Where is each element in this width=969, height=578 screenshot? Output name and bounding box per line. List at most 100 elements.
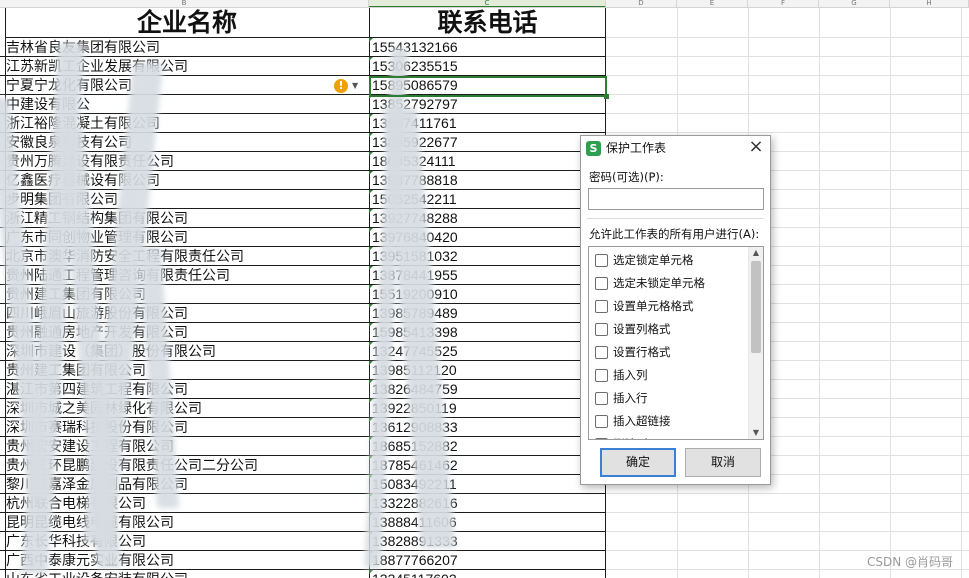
permission-checkbox[interactable] [595, 277, 608, 290]
column-header-f[interactable]: F [748, 0, 819, 7]
cell-error-marker [369, 285, 373, 289]
table-row: 步明集团有限公司15052542211 [0, 190, 606, 209]
error-indicator[interactable]: ! ▼ [330, 78, 364, 94]
grid-line [606, 550, 969, 551]
permission-checkbox[interactable] [595, 415, 608, 428]
permission-label: 设置行格式 [613, 345, 671, 359]
cell-error-marker [369, 247, 373, 251]
phone-cell[interactable]: 18685152882 [372, 437, 604, 456]
permission-item[interactable]: 选定锁定单元格 [589, 249, 749, 272]
company-name-cell[interactable]: 黎川县嘉泽金属制品有限公司 [6, 475, 368, 494]
watermark: CSDN @肖码哥 [866, 555, 953, 569]
phone-cell[interactable]: 18877766207 [372, 551, 604, 570]
scroll-thumb[interactable] [751, 261, 761, 353]
table-row: 安徽良泉科技有公司13855922677 [0, 133, 606, 152]
phone-cell[interactable]: 13345117602 [372, 570, 604, 578]
cell-error-marker [369, 304, 373, 308]
password-label: 密码(可选)(P): [589, 170, 664, 184]
grid-line [606, 75, 969, 76]
warning-icon: ! [334, 79, 348, 93]
company-name-cell[interactable]: 广西中泰康元实业有限公司 [6, 551, 368, 570]
close-icon[interactable]: × [748, 138, 764, 156]
grid-line [606, 512, 969, 513]
grid-line [606, 493, 969, 494]
grid-line [606, 531, 969, 532]
phone-cell[interactable]: 13922850119 [372, 399, 604, 418]
permission-item[interactable]: 插入列 [589, 364, 749, 387]
scroll-down-icon[interactable]: ▼ [749, 427, 763, 439]
permission-label: 设置列格式 [613, 322, 671, 336]
column-header-b[interactable]: B [0, 0, 369, 7]
cell-error-marker [369, 570, 373, 574]
permission-item[interactable]: 删除列 [589, 433, 749, 439]
fill-handle[interactable] [604, 94, 609, 99]
ok-button[interactable]: 确定 [600, 448, 676, 477]
company-name-cell[interactable]: 山东省工业设备安装有限公司 [6, 570, 368, 578]
company-name-cell[interactable]: 广东长华科技有限公司 [6, 532, 368, 551]
company-name-header[interactable]: 企业名称 [5, 8, 369, 38]
permission-item[interactable]: 设置单元格格式 [589, 295, 749, 318]
grid-line [606, 113, 969, 114]
company-name-cell[interactable]: 深圳市城之美园林绿化有限公司 [6, 399, 368, 418]
phone-cell[interactable]: 18785461462 [372, 456, 604, 475]
company-name-cell[interactable]: 昆明昆缆电线电缆有限公司 [6, 513, 368, 532]
table-row: 中建设有限公 13852792797 [0, 95, 606, 114]
permission-label: 设置单元格格式 [613, 299, 694, 313]
permission-checkbox[interactable] [595, 438, 608, 439]
phone-cell[interactable]: 13612908833 [372, 418, 604, 437]
column-header-d[interactable]: D [606, 0, 677, 7]
scroll-up-icon[interactable]: ▲ [749, 247, 763, 259]
cell-error-marker [369, 266, 373, 270]
permission-item[interactable]: 选定未锁定单元格 [589, 272, 749, 295]
permission-checkbox[interactable] [595, 346, 608, 359]
grid-line [606, 37, 969, 38]
phone-cell[interactable]: 13888411606 [372, 513, 604, 532]
phone-header[interactable]: 联系电话 [370, 8, 605, 38]
permission-checkbox[interactable] [595, 254, 608, 267]
table-row: 亿鑫医疗器械设有限公司13987788818 [0, 171, 606, 190]
table-row: 贵州万腾建设有限责任公司18085324111 [0, 152, 606, 171]
permission-checkbox[interactable] [595, 323, 608, 336]
dialog-title: 保护工作表 [606, 141, 667, 155]
cell-error-marker [369, 228, 373, 232]
cell-error-marker [369, 57, 373, 61]
grid-line [606, 56, 969, 57]
permission-label: 选定锁定单元格 [613, 253, 694, 267]
permission-label: 选定未锁定单元格 [613, 276, 705, 290]
phone-cell[interactable]: 15083492211 [372, 475, 604, 494]
permission-checkbox[interactable] [595, 392, 608, 405]
table-row: 江苏新凯工企业发展有限公司 15306235515 [0, 57, 606, 76]
cancel-button[interactable]: 取消 [685, 448, 761, 477]
column-header-c[interactable]: C [369, 0, 606, 7]
spreadsheet-grid[interactable]: 企业名称 联系电话 吉林省良友集团有限公司15543132166江苏新凯工企业发… [0, 8, 969, 578]
permission-item[interactable]: 设置行格式 [589, 341, 749, 364]
permission-item[interactable]: 插入超链接 [589, 410, 749, 433]
permission-checkbox[interactable] [595, 300, 608, 313]
table-row: 广西中泰康元实业有限公司 18877766207 [0, 551, 606, 570]
cell-error-marker [369, 361, 373, 365]
permission-item[interactable]: 设置列格式 [589, 318, 749, 341]
company-name-cell[interactable]: 贵州宏安建设工程有限公司 [6, 437, 368, 456]
permission-label: 插入超链接 [613, 414, 671, 428]
permission-item[interactable]: 插入行 [589, 387, 749, 410]
company-name-cell[interactable]: 深圳市赛瑞科技股份有限公司 [6, 418, 368, 437]
permission-label: 插入列 [613, 368, 648, 382]
table-row: 浙江裕隆混凝土有限公司13907411761 [0, 114, 606, 133]
cell-error-marker [369, 38, 373, 42]
phone-cell[interactable]: 13322882616 [372, 494, 604, 513]
permission-label: 删除列 [613, 437, 648, 439]
table-row: 山东省工业设备安装有限公司 13345117602 [0, 570, 606, 578]
password-input[interactable] [588, 188, 764, 210]
dialog-title-bar[interactable]: S 保护工作表 × [581, 136, 770, 161]
permissions-scrollbar[interactable]: ▲ ▼ [748, 247, 763, 439]
column-header-e[interactable]: E [677, 0, 748, 7]
column-header-h[interactable]: H [890, 0, 969, 7]
company-name-cell[interactable]: 贵州三环昆鹏建设有限责任公司二分公司 [6, 456, 368, 475]
column-header-g[interactable]: G [819, 0, 890, 7]
permission-checkbox[interactable] [595, 369, 608, 382]
permissions-list[interactable]: 选定锁定单元格 选定未锁定单元格 设置单元格格式 设置列格式设置行格式插入列插入行插入… [588, 246, 764, 440]
phone-cell[interactable]: 13828891333 [372, 532, 604, 551]
active-cell-selection[interactable] [369, 76, 609, 99]
company-name-cell[interactable]: 杭州联合电梯有限公司 [6, 494, 368, 513]
cell-error-marker [369, 171, 373, 175]
